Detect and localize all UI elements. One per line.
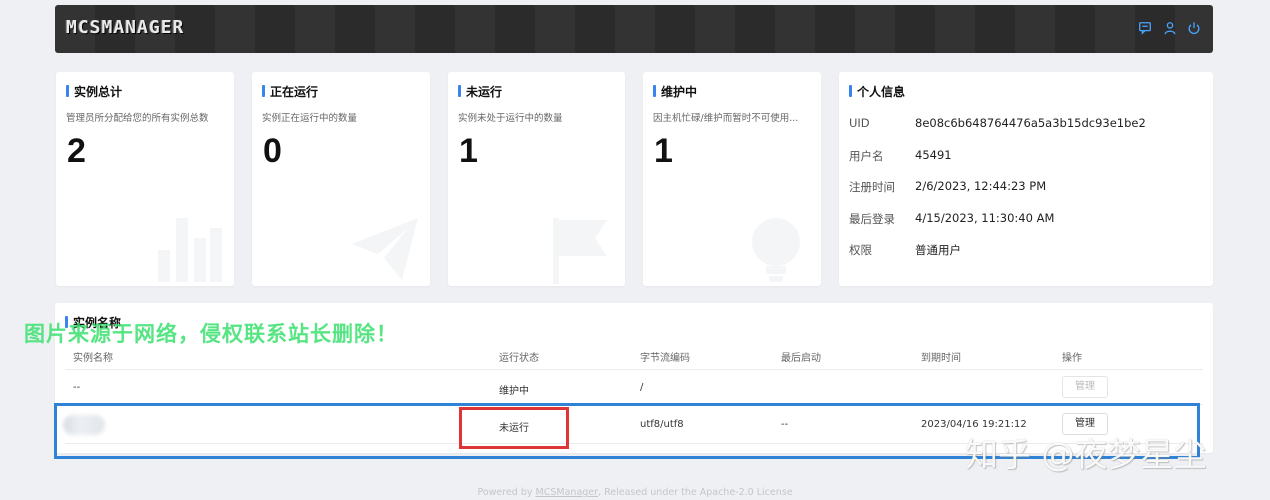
column-header: 到期时间 (921, 353, 961, 364)
stat-title: 实例总计 (66, 83, 122, 100)
paper-plane-icon (350, 214, 420, 284)
profile-label: 最后登录 (849, 212, 895, 226)
profile-title: 个人信息 (849, 83, 905, 100)
stat-value: 2 (67, 132, 86, 170)
stat-card-maintenance: 维护中 因主机忙碌/维护而暂时不可使用... 1 (643, 72, 821, 286)
stat-value: 0 (263, 132, 282, 170)
bulb-icon (741, 214, 811, 284)
profile-label: 注册时间 (849, 180, 895, 194)
user-icon[interactable] (1163, 21, 1177, 35)
source-watermark: 图片来源于网络，侵权联系站长删除！ (24, 322, 398, 346)
stat-value: 1 (459, 132, 478, 170)
stat-desc: 实例未处于运行中的数量 (458, 113, 563, 124)
zhihu-watermark: 知乎 @夜梦星尘 (965, 435, 1207, 474)
power-icon[interactable] (1187, 21, 1201, 35)
top-bar: MCSMANAGER (55, 5, 1213, 53)
stat-title: 正在运行 (262, 83, 318, 100)
manage-button[interactable]: 管理 (1062, 376, 1108, 398)
profile-label: UID (849, 116, 870, 130)
stat-card-stopped: 未运行 实例未处于运行中的数量 1 (448, 72, 625, 286)
column-header: 运行状态 (499, 353, 539, 364)
profile-value: 45491 (915, 148, 952, 162)
instance-status: 维护中 (499, 386, 529, 397)
chat-icon[interactable] (1138, 21, 1152, 35)
instance-name: -- (73, 382, 81, 393)
footer-prefix: Powered by (477, 487, 536, 498)
profile-label: 用户名 (849, 149, 884, 163)
stat-card-total: 实例总计 管理员所分配给您的所有实例总数 2 (56, 72, 234, 286)
profile-value: 4/15/2023, 11:30:40 AM (915, 211, 1055, 225)
column-header: 最后启动 (781, 353, 821, 364)
stat-desc: 因主机忙碌/维护而暂时不可使用... (653, 113, 799, 124)
column-header: 操作 (1062, 353, 1082, 364)
footer: Powered by MCSManager, Released under th… (0, 487, 1270, 498)
stat-desc: 管理员所分配给您的所有实例总数 (66, 113, 209, 124)
bar-chart-icon (154, 214, 224, 284)
profile-value: 普通用户 (915, 243, 961, 257)
profile-card: 个人信息 UID 8e08c6b648764476a5a3b15dc93e1be… (839, 72, 1213, 286)
flag-icon (545, 214, 615, 284)
highlight-box-status (459, 407, 569, 449)
stat-title: 未运行 (458, 83, 502, 100)
footer-link[interactable]: MCSManager (536, 487, 599, 498)
column-header: 实例名称 (73, 353, 113, 364)
profile-label: 权限 (849, 243, 872, 257)
stat-card-running: 正在运行 实例正在运行中的数量 0 (252, 72, 430, 286)
footer-suffix: , Released under the Apache-2.0 License (598, 487, 793, 498)
column-header: 字节流编码 (640, 353, 690, 364)
divider (65, 369, 1203, 370)
instance-encoding: / (640, 382, 644, 393)
stat-value: 1 (654, 132, 673, 170)
stat-desc: 实例正在运行中的数量 (262, 113, 358, 124)
profile-value: 2/6/2023, 12:44:23 PM (915, 179, 1047, 193)
app-logo[interactable]: MCSMANAGER (66, 17, 184, 38)
profile-value: 8e08c6b648764476a5a3b15dc93e1be2 (915, 116, 1146, 130)
stat-title: 维护中 (653, 83, 697, 100)
